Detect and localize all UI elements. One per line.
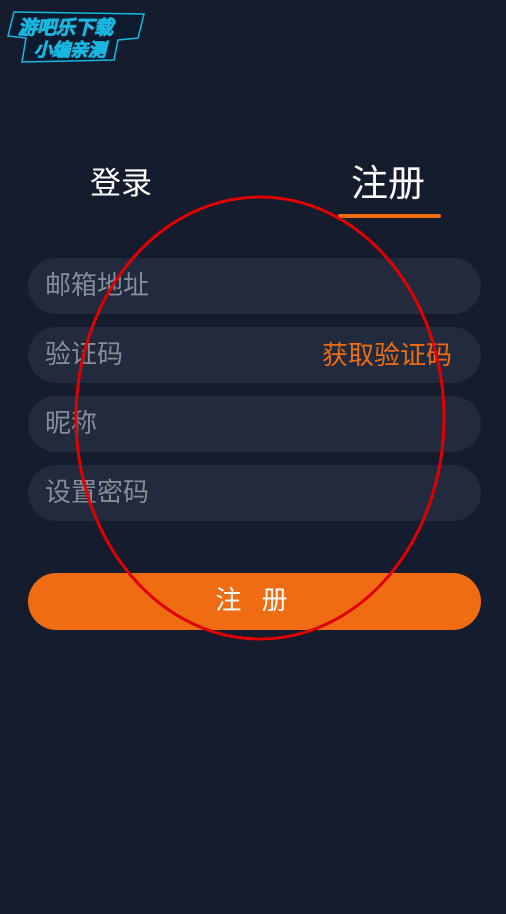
tab-login[interactable]: 登录 (60, 158, 182, 210)
email-input[interactable] (45, 258, 305, 314)
active-tab-indicator (338, 214, 441, 218)
tab-register[interactable]: 注册 (332, 158, 444, 210)
svg-text:小编亲测: 小编亲测 (34, 40, 109, 61)
verification-code-input[interactable] (45, 327, 305, 383)
watermark-logo: 游吧乐下载 小编亲测 (6, 10, 148, 64)
get-code-button[interactable]: 获取验证码 (322, 327, 452, 385)
email-field[interactable] (28, 258, 481, 314)
svg-text:游吧乐下载: 游吧乐下载 (18, 17, 116, 39)
password-field[interactable] (28, 465, 481, 521)
nickname-field[interactable] (28, 396, 481, 452)
password-input[interactable] (45, 465, 305, 521)
nickname-input[interactable] (45, 396, 305, 452)
verification-code-field[interactable]: 获取验证码 (28, 327, 481, 383)
annotation-ellipse (74, 195, 446, 641)
register-button[interactable]: 注 册 (28, 573, 481, 630)
